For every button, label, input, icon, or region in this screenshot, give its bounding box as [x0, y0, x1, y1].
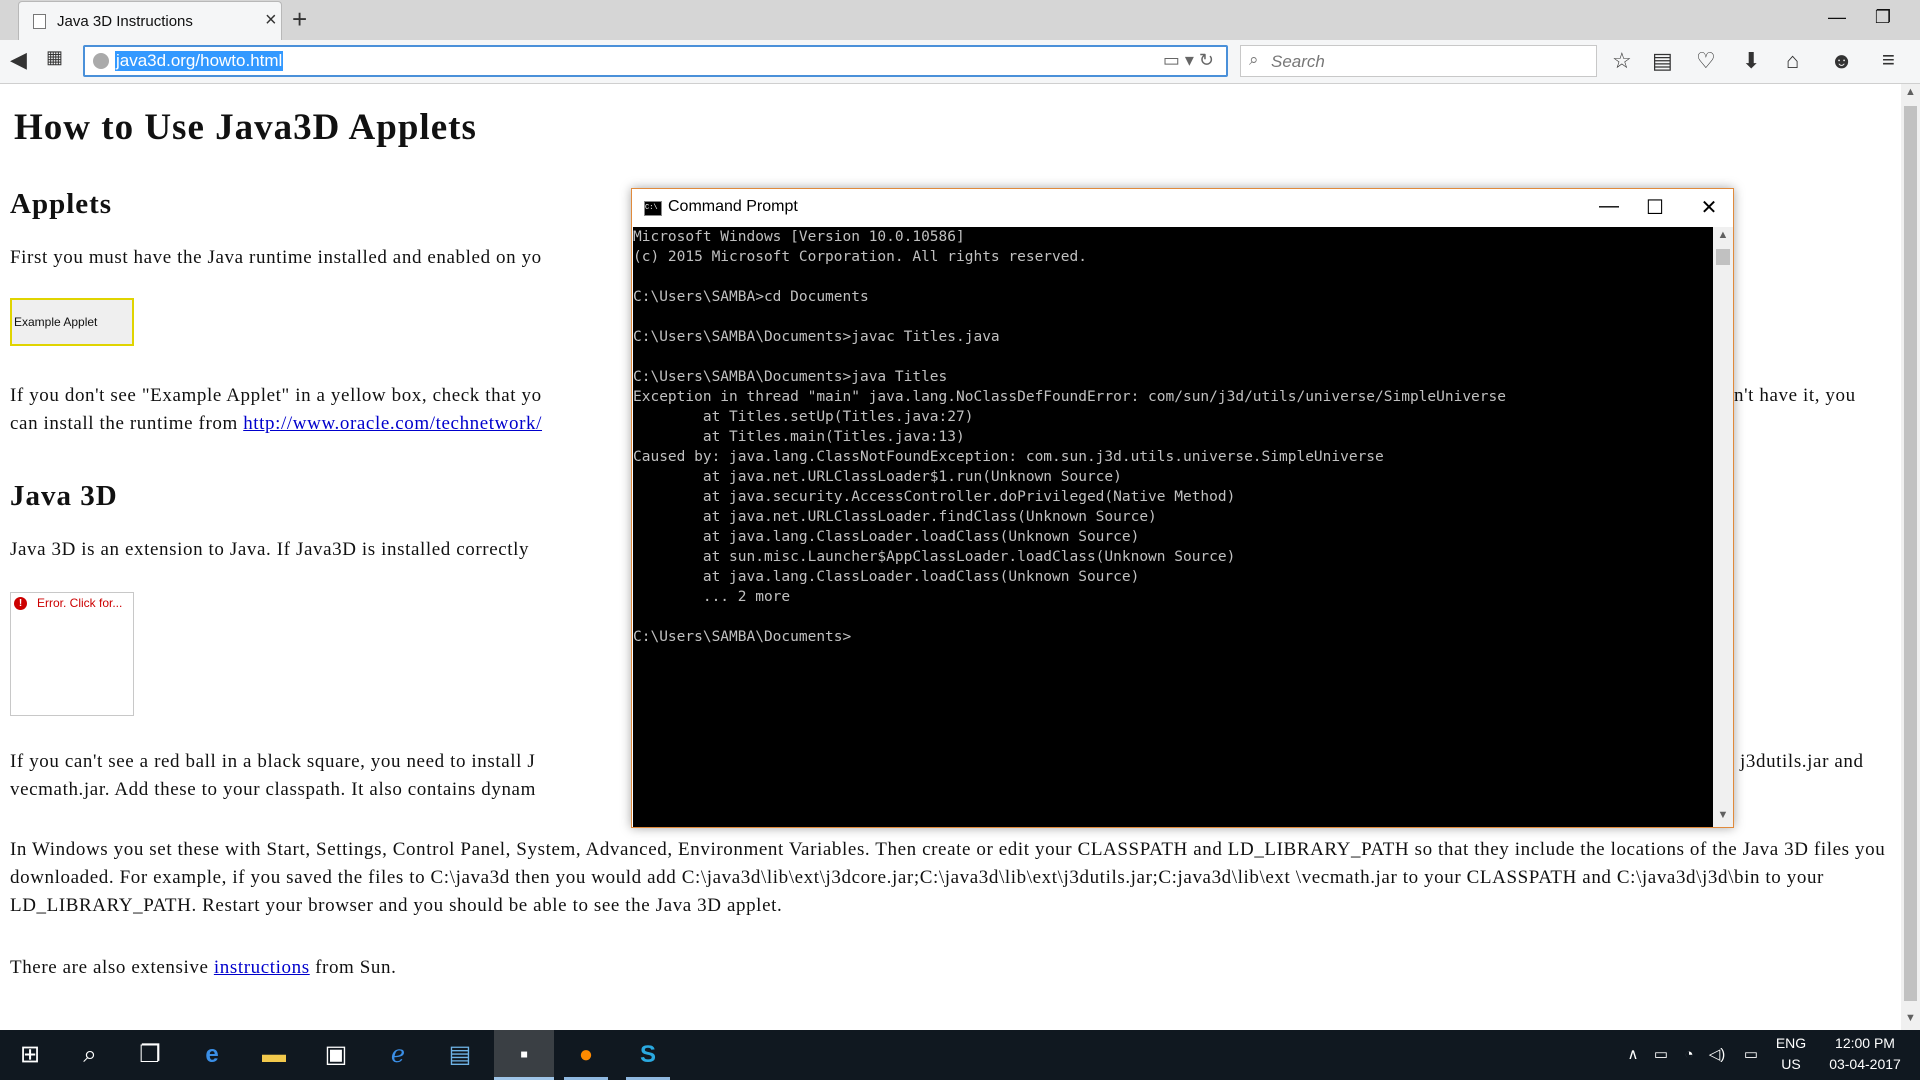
task-view-icon[interactable]: ❐: [120, 1030, 180, 1080]
file-explorer-icon[interactable]: ▬: [244, 1030, 304, 1080]
battery-icon[interactable]: ▭: [1648, 1030, 1674, 1080]
firefox-icon[interactable]: ●: [556, 1030, 616, 1080]
language-code: ENG: [1775, 1035, 1807, 1051]
pocket-icon[interactable]: ♡: [1696, 48, 1716, 74]
volume-icon[interactable]: ◁): [1704, 1030, 1730, 1080]
tab-close-icon[interactable]: ×: [265, 9, 277, 32]
action-center-icon[interactable]: ▭: [1738, 1030, 1764, 1080]
tab-bar: Java 3D Instructions × + — ❐: [0, 0, 1920, 40]
region-code: US: [1781, 1056, 1801, 1072]
runtime-text: can install the runtime from: [10, 413, 244, 434]
cmd-icon: C:\: [644, 201, 662, 216]
error-icon: !: [14, 597, 27, 610]
paragraph-yellow-box-right: n't have it, you: [1734, 385, 1856, 406]
scroll-thumb[interactable]: [1904, 106, 1917, 1001]
store-icon[interactable]: ▣: [306, 1030, 366, 1080]
search-icon: ⌕: [1249, 50, 1259, 69]
heading-java3d: Java 3D: [10, 480, 118, 512]
tab-title: Java 3D Instructions: [57, 13, 193, 30]
new-tab-icon[interactable]: +: [292, 4, 307, 35]
download-icon[interactable]: ⬇: [1742, 48, 1760, 74]
cmd-icon[interactable]: ▪: [494, 1030, 554, 1080]
back-icon[interactable]: ◀: [10, 47, 27, 73]
paragraph-red-ball: If you can't see a red ball in a black s…: [10, 751, 536, 772]
console-output[interactable]: Microsoft Windows [Version 10.0.10586] (…: [633, 227, 1713, 827]
paragraph-windows-setup: In Windows you set these with Start, Set…: [10, 839, 1886, 916]
reading-list-icon[interactable]: ▤: [1652, 48, 1673, 74]
language-indicator[interactable]: ENG US: [1772, 1033, 1810, 1075]
paragraph-yellow-box: If you don't see "Example Applet" in a y…: [10, 385, 542, 406]
taskbar: ⊞ ⌕ ❐ e ▬ ▣ ℯ ▤ ▪ ● S ∧ ▭ ◔ ◁) ▭ ENG US …: [0, 1030, 1920, 1080]
minimize-icon[interactable]: —: [1814, 7, 1860, 28]
oracle-link[interactable]: http://www.oracle.com/technetwork/: [243, 413, 542, 434]
instructions-text-a: There are also extensive: [10, 957, 214, 978]
bookmark-star-icon[interactable]: ☆: [1612, 48, 1632, 74]
start-icon[interactable]: ⊞: [0, 1030, 60, 1080]
address-bar[interactable]: java3d.org/howto.html ▭ ▾ ↻: [83, 45, 1228, 77]
clock[interactable]: 12:00 PM 03-04-2017: [1815, 1033, 1915, 1075]
cmd-title-bar[interactable]: C:\ Command Prompt — ☐ ✕: [632, 189, 1733, 227]
instructions-link[interactable]: instructions: [214, 957, 310, 978]
example-applet[interactable]: Example Applet: [10, 298, 134, 346]
paragraph-vecmath: vecmath.jar. Add these to your classpath…: [10, 779, 536, 800]
clock-time: 12:00 PM: [1835, 1035, 1895, 1051]
library-icon[interactable]: ▦: [46, 47, 63, 68]
site-info-icon[interactable]: [93, 53, 109, 69]
scroll-up-icon[interactable]: ▲: [1901, 86, 1920, 98]
page-scrollbar[interactable]: ▲ ▼: [1901, 84, 1920, 1030]
cmd-scroll-down-icon[interactable]: ▼: [1713, 809, 1733, 821]
cmd-scroll-thumb[interactable]: [1716, 249, 1730, 265]
cmd-title: Command Prompt: [668, 198, 798, 215]
paragraph-instructions: There are also extensive instructions fr…: [10, 954, 1890, 982]
search-placeholder: Search: [1271, 52, 1325, 71]
wifi-icon[interactable]: ◔: [1676, 1030, 1702, 1080]
search-icon[interactable]: ⌕: [60, 1030, 120, 1080]
instructions-text-b: from Sun.: [309, 957, 397, 978]
browser-tab[interactable]: Java 3D Instructions ×: [18, 1, 282, 40]
scroll-down-icon[interactable]: ▼: [1901, 1012, 1920, 1024]
paragraph-red-ball-right: j3dutils.jar and: [1740, 751, 1864, 772]
cmd-close-icon[interactable]: ✕: [1686, 195, 1732, 220]
restore-icon[interactable]: ❐: [1860, 7, 1906, 28]
page-icon: [33, 14, 46, 29]
command-prompt-window: C:\ Command Prompt — ☐ ✕ Microsoft Windo…: [631, 188, 1734, 828]
hello-chat-icon[interactable]: ☻: [1830, 48, 1853, 74]
cmd-scroll-up-icon[interactable]: ▲: [1713, 229, 1733, 241]
navigation-bar: ◀ ▦ java3d.org/howto.html ▭ ▾ ↻ ⌕ Search…: [0, 40, 1920, 84]
control-panel-icon[interactable]: ▤: [430, 1030, 490, 1080]
search-bar[interactable]: ⌕ Search: [1240, 45, 1597, 77]
clock-date: 03-04-2017: [1829, 1056, 1901, 1072]
cmd-minimize-icon[interactable]: —: [1586, 195, 1632, 218]
menu-icon[interactable]: ≡: [1882, 47, 1895, 73]
heading-applets: Applets: [10, 188, 113, 220]
reload-icon[interactable]: ▭ ▾ ↻: [1163, 50, 1214, 71]
page-title: How to Use Java3D Applets: [14, 107, 477, 148]
cmd-maximize-icon[interactable]: ☐: [1632, 195, 1678, 220]
show-hidden-icons-icon[interactable]: ∧: [1620, 1030, 1646, 1080]
edge-icon[interactable]: e: [182, 1030, 242, 1080]
cmd-scrollbar[interactable]: ▲ ▼: [1713, 227, 1733, 827]
home-icon[interactable]: ⌂: [1786, 48, 1799, 74]
skype-icon[interactable]: S: [618, 1030, 678, 1080]
error-text[interactable]: Error. Click for...: [37, 596, 122, 610]
url-text[interactable]: java3d.org/howto.html: [115, 51, 284, 71]
java3d-applet-error[interactable]: ! Error. Click for...: [10, 592, 134, 716]
internet-explorer-icon[interactable]: ℯ: [368, 1030, 428, 1080]
